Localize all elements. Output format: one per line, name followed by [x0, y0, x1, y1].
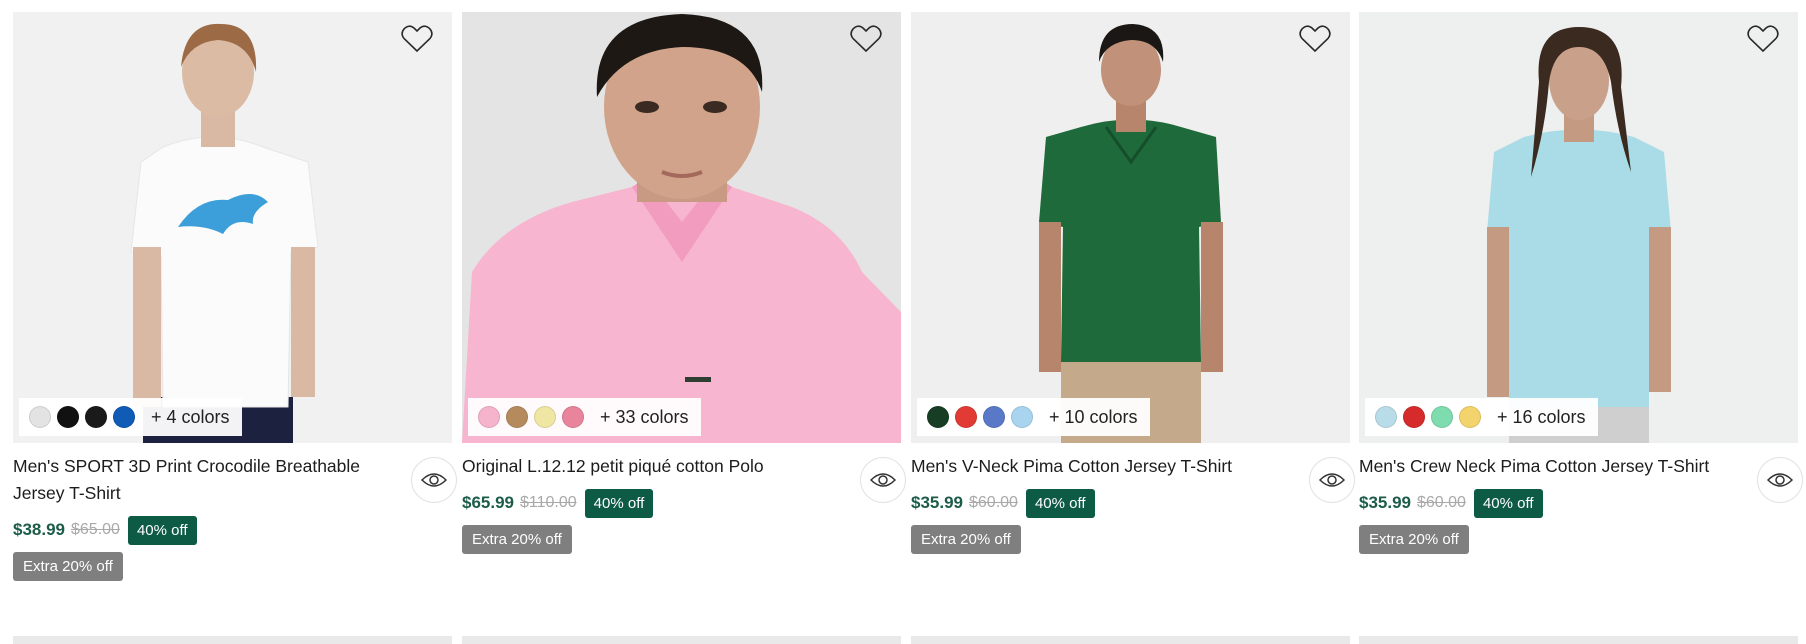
product-image[interactable]: + 33 colors: [462, 12, 901, 443]
color-swatches: + 16 colors: [1365, 398, 1598, 436]
more-colors-label[interactable]: + 10 colors: [1049, 407, 1138, 428]
quick-view-button[interactable]: [860, 457, 906, 503]
eye-icon: [421, 473, 447, 487]
product-title[interactable]: Original L.12.12 petit piqué cotton Polo: [462, 453, 842, 480]
next-row-card-edge: [462, 636, 901, 644]
product-image[interactable]: + 10 colors: [911, 12, 1350, 443]
product-photo: [13, 12, 452, 443]
color-swatch[interactable]: [955, 406, 977, 428]
eye-icon: [1767, 473, 1793, 487]
product-title[interactable]: Men's SPORT 3D Print Crocodile Breathabl…: [13, 453, 393, 507]
more-colors-label[interactable]: + 16 colors: [1497, 407, 1586, 428]
product-card[interactable]: + 16 colors Men's Crew Neck Pima Cotton …: [1359, 12, 1803, 554]
discount-badge: 40% off: [127, 515, 197, 545]
quick-view-button[interactable]: [1757, 457, 1803, 503]
color-swatches: + 4 colors: [19, 398, 242, 436]
heart-icon[interactable]: [400, 22, 434, 56]
more-colors-label[interactable]: + 4 colors: [151, 407, 230, 428]
color-swatch[interactable]: [1011, 406, 1033, 428]
color-swatch[interactable]: [927, 406, 949, 428]
next-row-card-edge: [13, 636, 452, 644]
color-swatch[interactable]: [506, 406, 528, 428]
color-swatches: + 33 colors: [468, 398, 701, 436]
eye-icon: [870, 473, 896, 487]
sale-price: $65.99: [462, 493, 514, 512]
color-swatch[interactable]: [1459, 406, 1481, 428]
color-swatch[interactable]: [29, 406, 51, 428]
product-image[interactable]: + 4 colors: [13, 12, 452, 443]
color-swatch[interactable]: [534, 406, 556, 428]
eye-icon: [1319, 473, 1345, 487]
product-card[interactable]: + 10 colors Men's V-Neck Pima Cotton Jer…: [911, 12, 1355, 554]
product-card[interactable]: + 4 colors Men's SPORT 3D Print Crocodil…: [13, 12, 457, 581]
color-swatches: + 10 colors: [917, 398, 1150, 436]
product-card[interactable]: + 33 colors Original L.12.12 petit piqué…: [462, 12, 906, 554]
sale-price: $38.99: [13, 520, 65, 539]
color-swatch[interactable]: [1375, 406, 1397, 428]
quick-view-button[interactable]: [1309, 457, 1355, 503]
next-row-card-edge: [911, 636, 1350, 644]
extra-discount-badge: Extra 20% off: [462, 525, 572, 554]
discount-badge: 40% off: [1025, 488, 1095, 518]
discount-badge: 40% off: [1473, 488, 1543, 518]
quick-view-button[interactable]: [411, 457, 457, 503]
color-swatch[interactable]: [1431, 406, 1453, 428]
product-photo: [1359, 12, 1798, 443]
product-photo: [462, 12, 901, 443]
extra-discount-badge: Extra 20% off: [911, 525, 1021, 554]
more-colors-label[interactable]: + 33 colors: [600, 407, 689, 428]
extra-discount-badge: Extra 20% off: [13, 552, 123, 581]
color-swatch[interactable]: [113, 406, 135, 428]
heart-icon[interactable]: [849, 22, 883, 56]
sale-price: $35.99: [911, 493, 963, 512]
original-price: $60.00: [1417, 494, 1466, 511]
original-price: $110.00: [520, 494, 577, 511]
color-swatch[interactable]: [1403, 406, 1425, 428]
original-price: $60.00: [969, 494, 1018, 511]
extra-discount-badge: Extra 20% off: [1359, 525, 1469, 554]
product-photo: [911, 12, 1350, 443]
product-grid: + 4 colors Men's SPORT 3D Print Crocodil…: [13, 12, 1803, 644]
next-row-card-edge: [1359, 636, 1798, 644]
color-swatch[interactable]: [57, 406, 79, 428]
heart-icon[interactable]: [1746, 22, 1780, 56]
color-swatch[interactable]: [562, 406, 584, 428]
color-swatch[interactable]: [85, 406, 107, 428]
original-price: $65.00: [71, 521, 120, 538]
sale-price: $35.99: [1359, 493, 1411, 512]
color-swatch[interactable]: [983, 406, 1005, 428]
product-image[interactable]: + 16 colors: [1359, 12, 1798, 443]
product-title[interactable]: Men's Crew Neck Pima Cotton Jersey T-Shi…: [1359, 453, 1739, 480]
product-title[interactable]: Men's V-Neck Pima Cotton Jersey T-Shirt: [911, 453, 1291, 480]
heart-icon[interactable]: [1298, 22, 1332, 56]
color-swatch[interactable]: [478, 406, 500, 428]
discount-badge: 40% off: [584, 488, 654, 518]
